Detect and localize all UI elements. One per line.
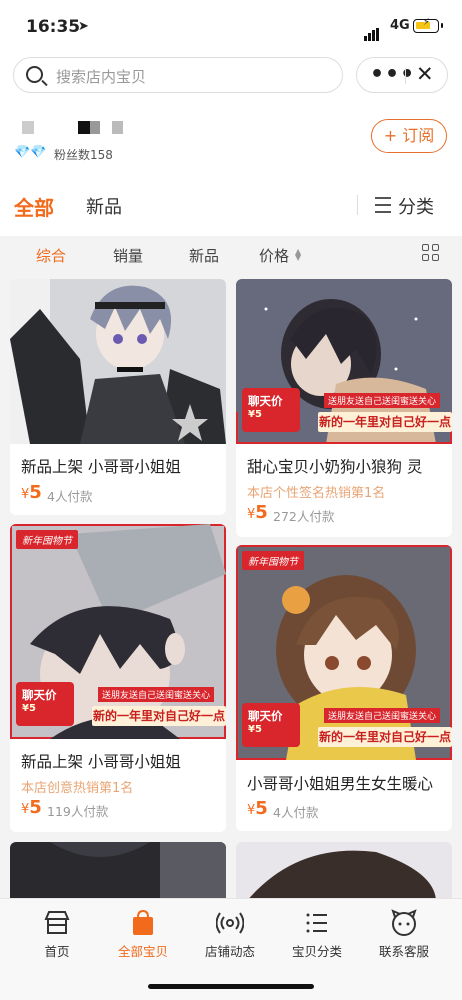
close-button[interactable]: ✕ — [416, 62, 434, 86]
product-sold: 4人付款 — [273, 805, 319, 820]
tab-new[interactable]: 新品 — [86, 193, 122, 219]
capsule-divider — [405, 68, 406, 84]
banner-slogan: 新的一年里对自己好一点 — [318, 727, 452, 747]
nav-all-products[interactable]: 全部宝贝 — [100, 909, 186, 960]
chat-price-text: 聊天价 — [248, 709, 283, 723]
chat-price-label: 聊天价 ¥5 — [16, 682, 74, 726]
search-icon — [26, 66, 43, 83]
chat-price-value: ¥5 — [248, 409, 262, 420]
product-rank: 本店个性签名热销第1名 — [247, 486, 386, 501]
product-image — [10, 279, 226, 444]
more-button[interactable]: ••• — [370, 62, 415, 87]
product-title: 小哥哥小姐姐男生女生暖心 — [247, 775, 434, 793]
grid-view-icon[interactable] — [422, 244, 440, 262]
product-title: 新品上架 小哥哥小姐姐 — [21, 458, 181, 476]
status-time: 16:35 — [26, 17, 81, 37]
header: 16:35 ➤ 4G ⚡ 搜索店内宝贝 ••• ✕ 💎💎 粉丝数158 + 订阅… — [0, 0, 462, 236]
network-type: 4G — [390, 18, 410, 33]
banner-top-line: 送朋友送自己送闺蜜送关心 — [98, 687, 215, 702]
list-icon — [274, 909, 360, 937]
battery-icon: ⚡ — [413, 17, 443, 33]
promo-banner: 聊天价 ¥5 送朋友送自己送闺蜜送关心 新的一年里对自己好一点 — [236, 388, 452, 448]
nav-all-label: 全部宝贝 — [117, 944, 168, 959]
search-placeholder: 搜索店内宝贝 — [56, 68, 147, 86]
chat-price-value: ¥5 — [22, 703, 36, 714]
home-indicator — [148, 984, 314, 989]
location-arrow-icon: ➤ — [78, 19, 89, 34]
chat-price-text: 聊天价 — [248, 394, 283, 408]
sort-comprehensive[interactable]: 综合 — [36, 245, 66, 266]
chat-price-text: 聊天价 — [22, 688, 57, 702]
tab-all[interactable]: 全部 — [14, 192, 54, 221]
product-sold: 4人付款 — [47, 489, 93, 504]
banner-slogan: 新的一年里对自己好一点 — [318, 412, 452, 432]
promo-banner: 聊天价 ¥5 送朋友送自己送闺蜜送关心 新的一年里对自己好一点 — [236, 703, 452, 763]
product-price: ¥5 — [21, 797, 42, 818]
list-icon — [375, 197, 391, 218]
nav-category-label: 宝贝分类 — [291, 944, 342, 959]
product-image — [10, 842, 226, 902]
nav-service[interactable]: 联系客服 — [361, 909, 447, 960]
promo-banner: 聊天价 ¥5 送朋友送自己送闺蜜送关心 新的一年里对自己好一点 — [10, 682, 226, 742]
product-rank: 本店创意热销第1名 — [21, 781, 134, 796]
nav-category[interactable]: 宝贝分类 — [274, 909, 360, 960]
shopping-bag-icon — [100, 909, 186, 937]
nav-service-label: 联系客服 — [378, 944, 429, 959]
customer-service-icon — [361, 909, 447, 937]
signal-icon — [364, 22, 380, 41]
miniapp-capsule: ••• ✕ — [356, 57, 448, 93]
banner-top-line: 送朋友送自己送闺蜜送关心 — [324, 393, 441, 408]
shop-name-blurred-4 — [112, 121, 123, 134]
status-bar: 16:35 ➤ 4G ⚡ — [0, 0, 462, 52]
new-year-tag: 新年囤物节 — [242, 551, 304, 570]
sort-arrows-icon: ▲ ▼ — [295, 247, 302, 262]
sort-bar: 综合 销量 新品 价格 ▲ ▼ — [0, 236, 462, 274]
chat-price-label: 聊天价 ¥5 — [242, 703, 300, 747]
banner-slogan: 新的一年里对自己好一点 — [92, 706, 226, 726]
nav-home[interactable]: 首页 — [14, 909, 100, 960]
product-card[interactable]: 新品上架 小哥哥小姐姐 ¥5 4人付款 — [10, 279, 226, 515]
new-year-tag: 新年囤物节 — [16, 530, 78, 549]
product-image — [236, 842, 452, 902]
product-card[interactable] — [10, 842, 226, 902]
subscribe-button[interactable]: + 订阅 — [371, 119, 447, 153]
shop-name-blurred-2 — [78, 121, 90, 134]
banner-top-line: 送朋友送自己送闺蜜送关心 — [324, 708, 441, 723]
store-icon — [14, 909, 100, 937]
nav-home-label: 首页 — [44, 944, 70, 959]
sort-price[interactable]: 价格 — [259, 245, 289, 266]
nav-feed[interactable]: 店铺动态 — [187, 909, 273, 960]
diamond-icon: 💎💎 — [14, 145, 47, 160]
tab-divider — [357, 195, 358, 215]
product-sold: 119人付款 — [47, 804, 109, 819]
product-price-value: 5 — [29, 797, 42, 818]
product-card[interactable]: 新年囤物节 聊天价 ¥5 送朋友送自己送闺蜜送关心 新的一年里对自己好一点 小哥哥… — [236, 545, 452, 831]
nav-feed-label: 店铺动态 — [204, 944, 255, 959]
fans-count: 粉丝数158 — [54, 148, 113, 162]
search-input[interactable]: 搜索店内宝贝 — [13, 57, 343, 93]
chat-price-label: 聊天价 ¥5 — [242, 388, 300, 432]
sort-new[interactable]: 新品 — [189, 245, 219, 266]
product-card[interactable]: 新年囤物节 聊天价 ¥5 送朋友送自己送闺蜜送关心 新的一年里对自己好一点 新品上… — [10, 524, 226, 832]
product-price: ¥5 — [247, 502, 268, 523]
product-card[interactable] — [236, 842, 452, 902]
product-card[interactable]: 聊天价 ¥5 送朋友送自己送闺蜜送关心 新的一年里对自己好一点 甜心宝贝小奶狗小狼… — [236, 279, 452, 537]
shop-name-blurred-3 — [90, 121, 100, 134]
product-sold: 272人付款 — [273, 509, 335, 524]
product-price-value: 5 — [29, 482, 42, 503]
sort-sales[interactable]: 销量 — [113, 245, 143, 266]
broadcast-icon — [187, 909, 273, 937]
product-price: ¥5 — [21, 482, 42, 503]
tab-category[interactable]: 分类 — [398, 193, 434, 219]
chat-price-value: ¥5 — [248, 724, 262, 735]
product-title: 新品上架 小哥哥小姐姐 — [21, 753, 181, 771]
product-title: 甜心宝贝小奶狗小狼狗 灵 — [247, 458, 423, 476]
product-price-value: 5 — [255, 798, 268, 819]
product-price: ¥5 — [247, 798, 268, 819]
product-price-value: 5 — [255, 502, 268, 523]
shop-name-blurred — [22, 121, 34, 134]
